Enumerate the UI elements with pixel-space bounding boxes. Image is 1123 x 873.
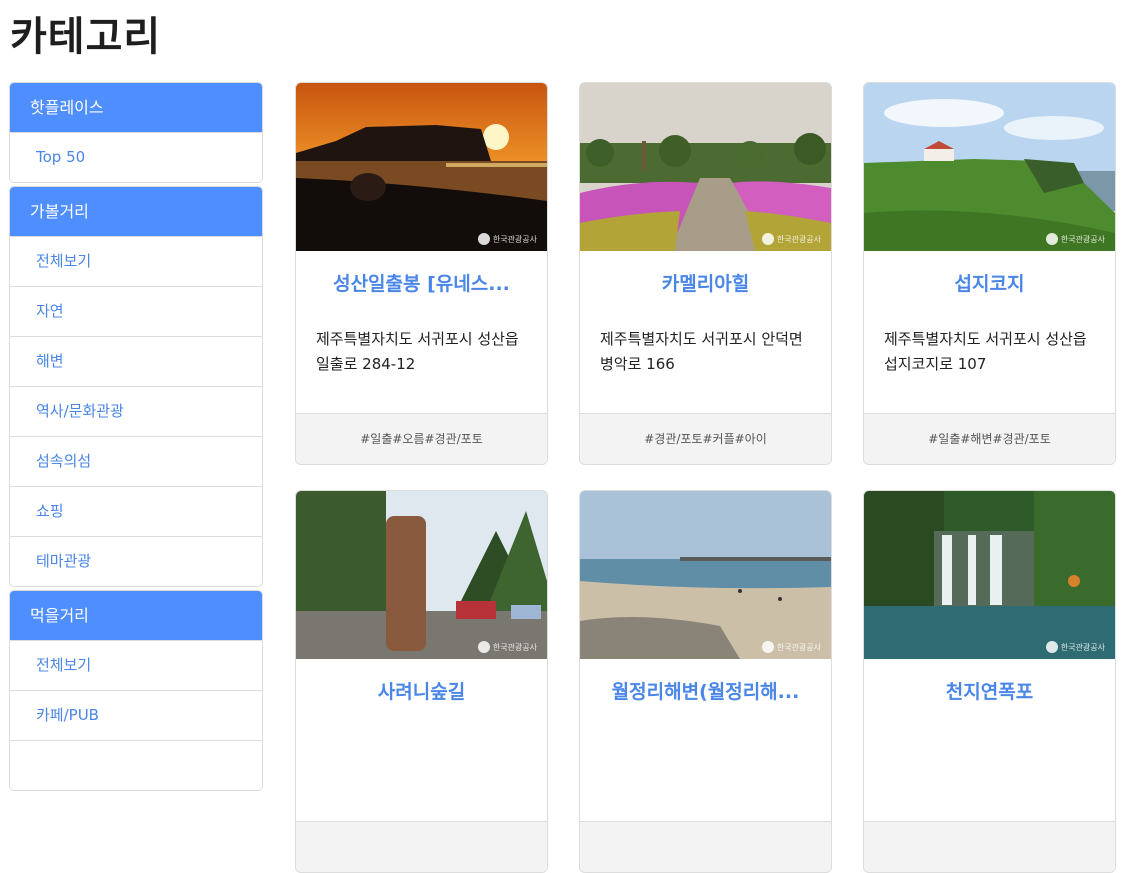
place-address: 제주특별자치도 서귀포시 성산읍 일출로 284-12 — [316, 330, 519, 373]
place-tags — [296, 821, 547, 872]
watermark-logo: 한국관광공사 — [761, 641, 821, 653]
sidebar-header-food[interactable]: 먹을거리 — [10, 591, 262, 640]
watermark-logo: 한국관광공사 — [1045, 233, 1105, 245]
place-tags — [864, 821, 1115, 872]
place-photo[interactable]: 한국관광공사 — [296, 491, 547, 659]
watermark-logo: 한국관광공사 — [477, 641, 537, 653]
watermark-icon — [477, 233, 490, 245]
sidebar-item-top50[interactable]: Top 50 — [10, 132, 262, 182]
place-photo[interactable]: 한국관광공사 — [580, 491, 831, 659]
page-title: 카테고리 — [10, 14, 162, 60]
sidebar-item-cafe-pub[interactable]: 카페/PUB — [10, 690, 262, 740]
sidebar-header-attractions[interactable]: 가볼거리 — [10, 187, 262, 236]
place-tags: #경관/포토#커플#아이 — [580, 413, 831, 464]
place-photo[interactable]: 한국관광공사 — [296, 83, 547, 251]
sidebar-item-nature[interactable]: 자연 — [10, 286, 262, 336]
sidebar-item-islets[interactable]: 섬속의섬 — [10, 436, 262, 486]
place-title[interactable]: 섭지코지 — [864, 251, 1115, 317]
watermark-icon — [1045, 641, 1058, 653]
sidebar-item-more[interactable] — [10, 740, 262, 790]
watermark-icon — [1045, 233, 1058, 245]
watermark-icon — [477, 641, 490, 653]
watermark-logo: 한국관광공사 — [1045, 641, 1105, 653]
place-photo[interactable]: 한국관광공사 — [864, 83, 1115, 251]
place-title[interactable]: 성산일출봉 [유네스... — [296, 251, 547, 317]
place-tags: #일출#해변#경관/포토 — [864, 413, 1115, 464]
place-address: 제주특별자치도 서귀포시 성산읍 섭지코지로 107 — [884, 330, 1087, 373]
place-address — [296, 725, 547, 821]
sidebar-group-attractions: 가볼거리 전체보기 자연 해변 역사/문화관광 섬속의섬 쇼핑 테마관광 — [9, 186, 263, 587]
place-card[interactable]: 한국관광공사 사려니숲길 — [295, 490, 548, 873]
place-tags: #일출#오름#경관/포토 — [296, 413, 547, 464]
place-title[interactable]: 천지연폭포 — [864, 659, 1115, 725]
watermark-icon — [761, 233, 774, 245]
sidebar-group-hotplace: 핫플레이스 Top 50 — [9, 82, 263, 183]
category-sidebar: 핫플레이스 Top 50 가볼거리 전체보기 자연 해변 역사/문화관광 섬속의… — [9, 82, 263, 794]
place-title[interactable]: 카멜리아힐 — [580, 251, 831, 317]
sidebar-item-theme-tour[interactable]: 테마관광 — [10, 536, 262, 586]
sidebar-item-shopping[interactable]: 쇼핑 — [10, 486, 262, 536]
sidebar-item-food-all[interactable]: 전체보기 — [10, 640, 262, 690]
place-address — [580, 725, 831, 821]
sidebar-item-attractions-all[interactable]: 전체보기 — [10, 236, 262, 286]
watermark-logo: 한국관광공사 — [761, 233, 821, 245]
place-card[interactable]: 한국관광공사 천지연폭포 — [863, 490, 1116, 873]
place-title[interactable]: 월정리해변(월정리해... — [580, 659, 831, 725]
sidebar-item-history-culture[interactable]: 역사/문화관광 — [10, 386, 262, 436]
place-address — [864, 725, 1115, 821]
place-card[interactable]: 한국관광공사 섭지코지 제주특별자치도 서귀포시 성산읍 섭지코지로 107 #… — [863, 82, 1116, 465]
sidebar-group-food: 먹을거리 전체보기 카페/PUB — [9, 590, 263, 791]
place-card-grid: 한국관광공사 성산일출봉 [유네스... 제주특별자치도 서귀포시 성산읍 일출… — [295, 82, 1116, 873]
place-address: 제주특별자치도 서귀포시 안덕면 병악로 166 — [600, 330, 803, 373]
sidebar-item-beach[interactable]: 해변 — [10, 336, 262, 386]
sidebar-header-hotplace[interactable]: 핫플레이스 — [10, 83, 262, 132]
watermark-icon — [761, 641, 774, 653]
place-card[interactable]: 한국관광공사 카멜리아힐 제주특별자치도 서귀포시 안덕면 병악로 166 #경… — [579, 82, 832, 465]
place-photo[interactable]: 한국관광공사 — [580, 83, 831, 251]
place-tags — [580, 821, 831, 872]
place-title[interactable]: 사려니숲길 — [296, 659, 547, 725]
watermark-logo: 한국관광공사 — [477, 233, 537, 245]
place-card[interactable]: 한국관광공사 성산일출봉 [유네스... 제주특별자치도 서귀포시 성산읍 일출… — [295, 82, 548, 465]
place-photo[interactable]: 한국관광공사 — [864, 491, 1115, 659]
place-card[interactable]: 한국관광공사 월정리해변(월정리해... — [579, 490, 832, 873]
